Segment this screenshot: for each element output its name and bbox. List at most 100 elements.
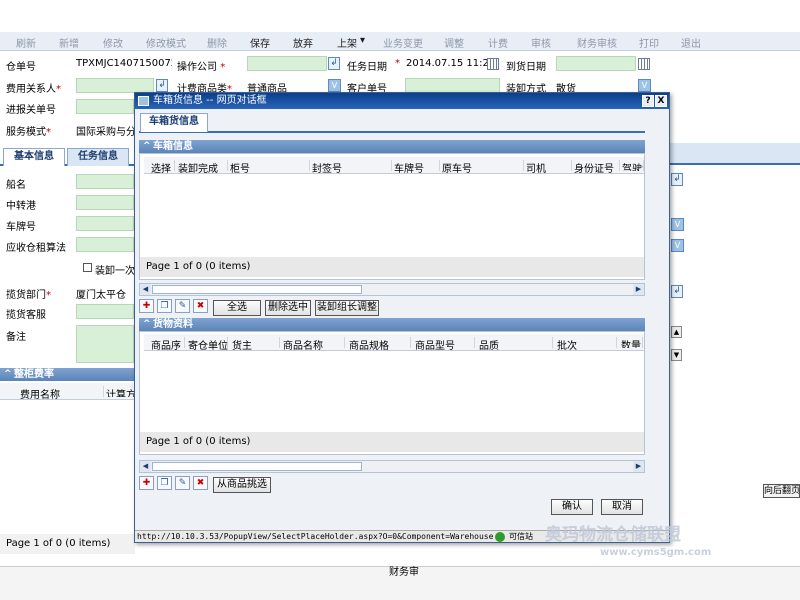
scroll-up-icon[interactable]: ▲ [671, 326, 682, 338]
lookup-icon[interactable]: ↲ [671, 285, 683, 298]
scroll-right-icon[interactable]: ▶ [633, 284, 644, 295]
scroll-right-icon[interactable]: ▶ [633, 461, 644, 472]
container-section-header[interactable]: 车箱信息 [139, 140, 645, 153]
pick-goods-button[interactable]: 从商品挑选 [213, 477, 271, 493]
fee-party-input[interactable] [76, 78, 154, 93]
customer-no-input[interactable] [405, 78, 500, 93]
dept-value[interactable]: 厦门太平仓 [76, 286, 134, 301]
copy-row-icon[interactable]: ❐ [157, 299, 172, 313]
toolbar-new[interactable]: 新增 [59, 35, 79, 50]
col-goods-seq: 商品序 [151, 337, 185, 352]
scroll-thumb[interactable] [152, 285, 362, 294]
edit-row-icon[interactable]: ✎ [175, 476, 190, 490]
op-company-input[interactable] [247, 56, 327, 71]
tab-basic-info[interactable]: 基本信息 [3, 148, 65, 166]
col-goods-spec: 商品规格 [349, 337, 411, 352]
toolbar-exit[interactable]: 退出 [681, 35, 701, 50]
transit-input[interactable] [76, 195, 134, 210]
add-row-icon[interactable]: ✚ [139, 299, 154, 313]
toolbar-edit-mode[interactable]: 修改模式 [146, 35, 186, 50]
col-unload-done: 装卸完成 [178, 160, 228, 175]
help-icon[interactable]: ? [642, 95, 654, 107]
toolbar-finance-audit[interactable]: 财务审核 [577, 35, 617, 50]
lookup-icon[interactable]: ↲ [328, 57, 340, 70]
toolbar-change[interactable]: 业务变更 [383, 35, 423, 50]
edit-row-icon[interactable]: ✎ [175, 299, 190, 313]
remark-textarea[interactable] [76, 325, 134, 363]
rent-method-input[interactable] [76, 237, 134, 252]
ship-input[interactable] [76, 174, 134, 189]
toolbar-discard[interactable]: 放弃 [293, 35, 313, 50]
status-zone: 可信站 [509, 532, 533, 541]
chevron-down-icon[interactable]: V [671, 218, 684, 231]
unload-once-checkbox[interactable] [83, 263, 92, 272]
goods-section-header[interactable]: 货物资料 [139, 318, 645, 331]
copy-row-icon[interactable]: ❐ [157, 476, 172, 490]
arrive-date-input[interactable] [556, 56, 636, 71]
cargo-dialog: 车箱货信息 -- 网页对话框 ? X 车箱货信息 车箱信息 选择 装卸完成 柜号… [134, 92, 670, 543]
select-all-button[interactable]: 全选 [213, 300, 261, 316]
op-company-label: 操作公司 * [177, 62, 226, 73]
toolbar-save[interactable]: 保存 [250, 35, 270, 50]
chevron-down-icon[interactable]: V [671, 239, 684, 252]
plate-input[interactable] [76, 216, 134, 231]
dialog-tab-line [139, 131, 645, 133]
rate-grid-header: 费用名称 计算方 [0, 383, 136, 401]
rate-section-header[interactable]: 整柜费率 [0, 368, 135, 381]
service-mode-value[interactable]: 国际采购与分 [76, 123, 134, 138]
group-adjust-button[interactable]: 装卸组长调整 [315, 300, 379, 316]
toolbar-delete[interactable]: 删除 [207, 35, 227, 50]
dialog-body: 车箱货信息 车箱信息 选择 装卸完成 柜号 封签号 车牌号 原车号 司机 身份证… [135, 109, 669, 533]
col-driver: 司机 [526, 160, 572, 175]
scroll-left-icon[interactable]: ◀ [140, 284, 151, 295]
remark-label: 备注 [6, 332, 26, 343]
tab-cargo-info[interactable]: 车箱货信息 [140, 113, 208, 132]
lookup-icon[interactable]: ↲ [156, 79, 168, 92]
close-icon[interactable]: X [655, 95, 667, 107]
toolbar-audit[interactable]: 审核 [531, 35, 551, 50]
toolbar-print[interactable]: 打印 [639, 35, 659, 50]
watermark-url: www.cyms5gm.com [600, 547, 712, 558]
rate-grid-pager: Page 1 of 0 (0 items) [0, 534, 135, 554]
finance-audit-col: 财务审 [389, 567, 419, 578]
cs-input[interactable] [76, 304, 134, 319]
dialog-title: 车箱货信息 -- 网页对话框 ? X [135, 93, 669, 109]
toolbar-upshelf[interactable]: 上架 [337, 35, 357, 50]
goods-grid-pager: Page 1 of 0 (0 items) [140, 432, 644, 452]
tab-task-info[interactable]: 任务信息 [67, 148, 129, 166]
delete-row-icon[interactable]: ✖ [193, 299, 208, 313]
lookup-icon[interactable]: ↲ [671, 173, 683, 186]
add-row-icon[interactable]: ✚ [139, 476, 154, 490]
container-hscroll[interactable]: ◀ ▶ [139, 283, 645, 296]
calendar-icon[interactable] [638, 58, 650, 70]
scroll-down-icon[interactable]: ▼ [671, 349, 682, 361]
cs-label: 揽货客服 [6, 310, 46, 321]
next-page-button[interactable]: 向后翻页 [763, 484, 800, 498]
col-quality: 品质 [479, 337, 553, 352]
chevron-down-icon[interactable]: V [328, 79, 341, 92]
arrive-date-label: 到货日期 [506, 62, 546, 73]
delete-selected-button[interactable]: 删除选中 [265, 300, 311, 316]
calendar-icon[interactable] [487, 58, 499, 70]
chevron-down-icon[interactable]: V [638, 79, 651, 92]
delete-row-icon[interactable]: ✖ [193, 476, 208, 490]
col-select: 选择 [151, 160, 175, 175]
toolbar-charge[interactable]: 计费 [488, 35, 508, 50]
col-seal-no: 封签号 [312, 160, 392, 175]
watermark-brand: 奥玛物流仓储联盟 [545, 525, 681, 545]
toolbar-refresh[interactable]: 刷新 [16, 35, 36, 50]
trusted-check-icon [495, 532, 505, 542]
toolbar-adjust[interactable]: 调整 [444, 35, 464, 50]
chevron-down-icon[interactable]: ▾ [360, 35, 365, 46]
scroll-left-icon[interactable]: ◀ [140, 461, 151, 472]
toolbar-edit[interactable]: 修改 [103, 35, 123, 50]
goods-hscroll[interactable]: ◀ ▶ [139, 460, 645, 473]
import-declare-input[interactable] [76, 99, 134, 114]
confirm-button[interactable]: 确认 [551, 499, 593, 515]
scroll-thumb[interactable] [152, 462, 362, 471]
service-mode-label: 服务模式* [6, 127, 51, 138]
col-fee-name: 费用名称 [20, 386, 104, 401]
import-declare-label: 进报关单号 [6, 105, 56, 116]
cancel-button[interactable]: 取消 [601, 499, 643, 515]
task-date-value: 2014.07.15 11:24 [406, 58, 488, 69]
